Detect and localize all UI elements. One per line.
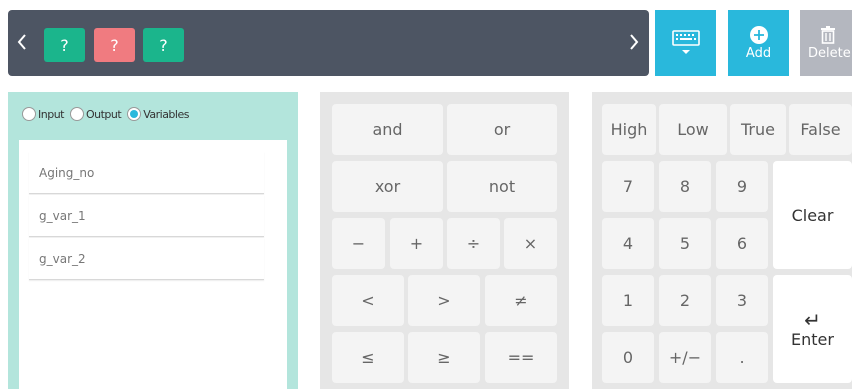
op-less-button[interactable]: < [332, 275, 404, 326]
delete-label: Delete [808, 46, 851, 61]
digit-4-button[interactable]: 4 [602, 218, 654, 269]
add-label: Add [745, 46, 772, 61]
list-item[interactable]: Aging_no [29, 152, 264, 194]
decimal-point-button[interactable]: . [716, 332, 768, 383]
slot-3[interactable]: ? [143, 28, 184, 62]
op-or-button[interactable]: or [447, 104, 557, 155]
op-minus-button[interactable]: − [332, 218, 385, 269]
chevron-left-icon[interactable] [16, 32, 28, 55]
enter-button[interactable]: ↵ Enter [773, 275, 852, 383]
digit-5-button[interactable]: 5 [659, 218, 711, 269]
radio-variables[interactable]: Variables [127, 107, 189, 121]
clear-button[interactable]: Clear [773, 161, 852, 269]
trash-icon [821, 26, 835, 44]
high-button[interactable]: High [602, 104, 656, 155]
digit-1-button[interactable]: 1 [602, 275, 654, 326]
digit-2-button[interactable]: 2 [659, 275, 711, 326]
chevron-right-icon[interactable] [628, 32, 640, 55]
op-xor-button[interactable]: xor [332, 161, 443, 212]
radio-input[interactable]: Input [22, 107, 64, 121]
digit-7-button[interactable]: 7 [602, 161, 654, 212]
false-button[interactable]: False [789, 104, 852, 155]
op-and-button[interactable]: and [332, 104, 443, 155]
delete-button[interactable]: Delete [800, 10, 852, 76]
op-equal-button[interactable]: == [485, 332, 557, 383]
add-button[interactable]: Add [728, 10, 789, 76]
plus-circle-icon [749, 26, 768, 44]
radio-output[interactable]: Output [69, 107, 122, 121]
plus-minus-button[interactable]: +/− [659, 332, 711, 383]
op-multiply-button[interactable]: × [504, 218, 557, 269]
op-greater-equal-button[interactable]: ≥ [408, 332, 480, 383]
digit-6-button[interactable]: 6 [716, 218, 768, 269]
slot-1[interactable]: ? [44, 28, 85, 62]
digit-9-button[interactable]: 9 [716, 161, 768, 212]
op-divide-button[interactable]: ÷ [447, 218, 500, 269]
keyboard-icon [671, 30, 700, 54]
op-greater-button[interactable]: > [408, 275, 480, 326]
low-button[interactable]: Low [659, 104, 727, 155]
op-less-equal-button[interactable]: ≤ [332, 332, 404, 383]
op-not-equal-button[interactable]: ≠ [485, 275, 557, 326]
source-radio-group: Input Output Variables [22, 107, 195, 121]
op-plus-button[interactable]: + [390, 218, 443, 269]
slot-2[interactable]: ? [94, 28, 135, 62]
enter-icon: ↵ [804, 307, 821, 332]
true-button[interactable]: True [730, 104, 786, 155]
op-not-button[interactable]: not [447, 161, 557, 212]
list-item[interactable]: g_var_2 [29, 238, 264, 280]
digit-8-button[interactable]: 8 [659, 161, 711, 212]
digit-3-button[interactable]: 3 [716, 275, 768, 326]
keyboard-button[interactable] [655, 10, 716, 76]
digit-0-button[interactable]: 0 [602, 332, 654, 383]
list-item[interactable]: g_var_1 [29, 195, 264, 237]
